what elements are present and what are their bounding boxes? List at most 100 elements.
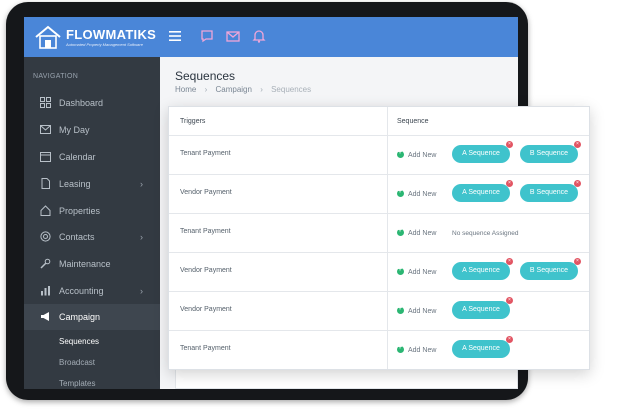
- table-row: Tenant Payment Add New No sequence Assigne…: [169, 214, 589, 253]
- remove-sequence-icon[interactable]: ×: [574, 180, 581, 187]
- add-new-label: Add New: [408, 347, 437, 354]
- sidebar-heading: NAVIGATION: [33, 73, 79, 80]
- home-icon: [40, 205, 51, 216]
- sequence-pill-label: B Sequence: [529, 189, 569, 196]
- remove-sequence-icon[interactable]: ×: [506, 180, 513, 187]
- sidebar-item-label: My Day: [59, 125, 90, 135]
- breadcrumb: Home › Campaign › Sequences: [175, 85, 317, 94]
- sidebar-subitem-broadcast[interactable]: Broadcast: [59, 358, 95, 367]
- menu-icon[interactable]: [167, 28, 183, 44]
- remove-sequence-icon[interactable]: ×: [574, 141, 581, 148]
- sequence-pill-label: A Sequence: [462, 345, 500, 352]
- sequence-pill-label: A Sequence: [462, 189, 500, 196]
- trigger-cell: Tenant Payment: [180, 345, 231, 352]
- sequence-pill[interactable]: B Sequence ×: [520, 180, 581, 202]
- add-new-button[interactable]: Add New: [397, 305, 437, 315]
- table-row: Vendor PaymentAdd NewA Sequence×B Sequen…: [169, 175, 589, 214]
- chat-icon[interactable]: [199, 28, 215, 44]
- trigger-cell: Vendor Payment: [180, 306, 232, 313]
- sidebar-item-campaign[interactable]: Campaign: [24, 304, 160, 330]
- sidebar-item-accounting[interactable]: Accounting ›: [24, 278, 160, 304]
- sidebar-item-label: Properties: [59, 206, 101, 216]
- sequence-pill[interactable]: A Sequence ×: [452, 180, 513, 202]
- breadcrumb-home[interactable]: Home: [175, 85, 196, 94]
- mail-icon[interactable]: [225, 28, 241, 44]
- sidebar-item-dashboard[interactable]: Dashboard: [24, 90, 160, 116]
- add-new-button[interactable]: Add New: [397, 188, 437, 198]
- add-new-label: Add New: [408, 152, 437, 159]
- calendar-icon: [40, 152, 51, 162]
- wrench-icon: [40, 258, 51, 269]
- add-new-button[interactable]: Add New: [397, 344, 437, 354]
- table-header: Triggers Sequence: [169, 107, 589, 136]
- remove-sequence-icon[interactable]: ×: [506, 141, 513, 148]
- brand-tagline: Automated Property Management Software: [66, 42, 143, 47]
- add-new-label: Add New: [408, 308, 437, 315]
- sequence-pill[interactable]: A Sequence ×: [452, 336, 513, 358]
- bell-icon[interactable]: [251, 28, 267, 44]
- add-new-button[interactable]: Add New: [397, 227, 436, 237]
- sidebar-item-label: Contacts: [59, 232, 95, 242]
- add-new-button[interactable]: Add New: [397, 149, 437, 159]
- top-bar: FLOWMATIKS Automated Property Management…: [24, 17, 518, 57]
- sequence-pill-label: B Sequence: [529, 267, 569, 274]
- page-title: Sequences: [175, 69, 236, 83]
- table-row: Vendor Payment Add New A Sequence ×: [169, 292, 589, 331]
- sequence-pill[interactable]: B Sequence ×: [520, 141, 581, 163]
- sidebar-item-label: Dashboard: [59, 98, 104, 108]
- remove-sequence-icon[interactable]: ×: [506, 336, 513, 343]
- triggers-column-header: Triggers: [180, 118, 206, 125]
- add-new-label: Add New: [408, 269, 437, 276]
- chevron-right-icon: ›: [140, 179, 143, 189]
- trigger-cell: Tenant Payment: [180, 150, 231, 157]
- breadcrumb-current: Sequences: [271, 85, 312, 94]
- add-new-label: Add New: [408, 191, 437, 198]
- breadcrumb-campaign[interactable]: Campaign: [215, 85, 251, 94]
- sidebar-item-properties[interactable]: Properties: [24, 198, 160, 224]
- breadcrumb-separator: ›: [204, 85, 208, 94]
- sequence-pill[interactable]: A Sequence ×: [452, 297, 513, 319]
- table-row: Tenant Payment Add New A Sequence ×: [169, 331, 589, 369]
- plus-circle-icon: [397, 266, 404, 275]
- remove-sequence-icon[interactable]: ×: [506, 258, 513, 265]
- sidebar-item-label: Maintenance: [59, 259, 111, 269]
- sidebar-item-maintenance[interactable]: Maintenance: [24, 251, 160, 277]
- sequence-pill-label: A Sequence: [462, 306, 500, 313]
- add-new-button[interactable]: Add New: [397, 266, 437, 276]
- sidebar-item-label: Accounting: [59, 286, 104, 296]
- document-icon: [41, 178, 50, 189]
- sidebar-item-contacts[interactable]: Contacts ›: [24, 224, 160, 250]
- plus-circle-icon: [397, 149, 404, 158]
- grid-icon: [40, 97, 51, 108]
- sidebar-item-my-day[interactable]: My Day: [24, 117, 160, 143]
- no-sequence-text: No sequence Assigned: [452, 230, 519, 237]
- sequence-pill[interactable]: A Sequence ×: [452, 141, 513, 163]
- chevron-right-icon: ›: [140, 232, 143, 242]
- remove-sequence-icon[interactable]: ×: [574, 258, 581, 265]
- megaphone-icon: [41, 312, 49, 321]
- at-icon: [40, 231, 51, 242]
- remove-sequence-icon[interactable]: ×: [506, 297, 513, 304]
- sidebar-item-label: Leasing: [59, 179, 91, 189]
- sidebar-subitem-templates[interactable]: Templates: [59, 379, 95, 388]
- sequences-table-card: Triggers Sequence Tenant Payment Add New A…: [168, 106, 590, 370]
- trigger-cell: Tenant Payment: [180, 228, 231, 235]
- sequence-pill[interactable]: A Sequence ×: [452, 258, 513, 280]
- sequence-pill-label: A Sequence: [462, 150, 500, 157]
- sequence-pill-label: B Sequence: [529, 150, 569, 157]
- sidebar-item-leasing[interactable]: Leasing ›: [24, 171, 160, 197]
- trigger-cell: Vendor Payment: [180, 189, 232, 196]
- sidebar: NAVIGATION Dashboard My Day Calendar Lea…: [24, 57, 160, 389]
- table-row: Tenant PaymentAdd NewA Sequence×B Sequen…: [169, 136, 589, 175]
- bar-chart-icon: [41, 286, 50, 296]
- sequence-pill-label: A Sequence: [462, 267, 500, 274]
- plus-circle-icon: [397, 188, 404, 197]
- plus-circle-icon: [397, 227, 404, 236]
- sidebar-item-calendar[interactable]: Calendar: [24, 144, 160, 170]
- chevron-right-icon: ›: [140, 286, 143, 296]
- sidebar-item-label: Campaign: [59, 312, 101, 322]
- sequence-pill[interactable]: B Sequence ×: [520, 258, 581, 280]
- sidebar-subitem-sequences[interactable]: Sequences: [59, 337, 99, 346]
- table-row: Vendor PaymentAdd NewA Sequence×B Sequen…: [169, 253, 589, 292]
- sequence-column-header: Sequence: [397, 118, 429, 125]
